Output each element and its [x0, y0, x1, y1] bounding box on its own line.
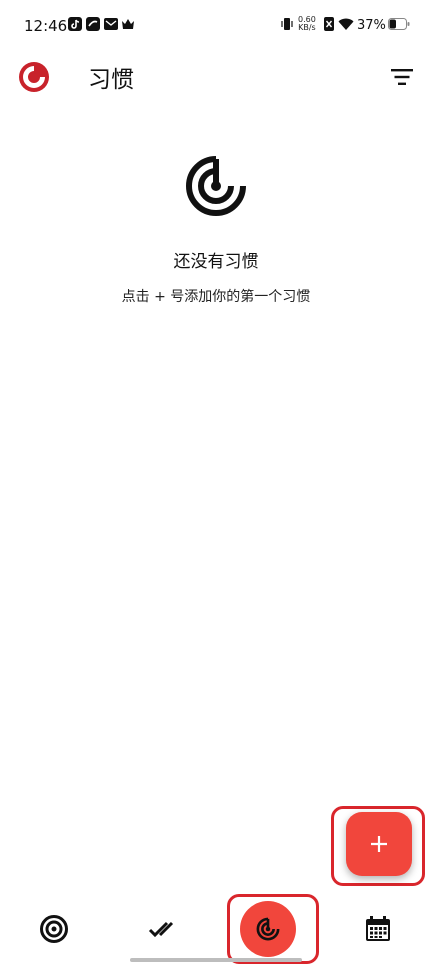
- network-speed-unit: KB/s: [298, 23, 316, 32]
- filter-icon[interactable]: [390, 67, 414, 87]
- battery-percent: 37%: [357, 18, 386, 33]
- app-notification-icon: [86, 17, 100, 31]
- app-logo-icon: [19, 62, 49, 92]
- calendar-icon: [366, 916, 390, 941]
- vibrate-icon: [281, 18, 293, 30]
- empty-state-title: 还没有习惯: [173, 252, 259, 272]
- double-check-icon: [148, 921, 174, 938]
- page-title: 习惯: [88, 67, 134, 93]
- nav-highlight-outline: [227, 894, 319, 964]
- network-speed: 0.60 KB/s: [298, 16, 316, 32]
- habit-target-icon: [186, 156, 246, 216]
- tiktok-icon: [68, 17, 82, 31]
- plus-icon: [371, 836, 387, 852]
- empty-state-subtitle: 点击 + 号添加你的第一个习惯: [121, 289, 311, 305]
- status-bar: 12:46 0.60 KB/s 37%: [0, 0, 432, 50]
- nav-item-target[interactable]: [0, 894, 108, 964]
- add-habit-button[interactable]: [346, 812, 412, 876]
- battery-icon: [388, 18, 410, 30]
- target-icon: [40, 915, 68, 943]
- wifi-icon: [338, 18, 354, 30]
- crown-icon: [122, 19, 134, 29]
- home-indicator[interactable]: [130, 958, 302, 962]
- nav-item-check[interactable]: [108, 894, 216, 964]
- status-time: 12:46: [24, 17, 68, 35]
- app-bar: 习惯: [0, 50, 432, 106]
- bottom-navigation: [0, 894, 432, 964]
- nav-item-calendar[interactable]: [324, 894, 432, 964]
- sim-off-icon: [324, 17, 334, 31]
- mail-icon: [104, 18, 118, 30]
